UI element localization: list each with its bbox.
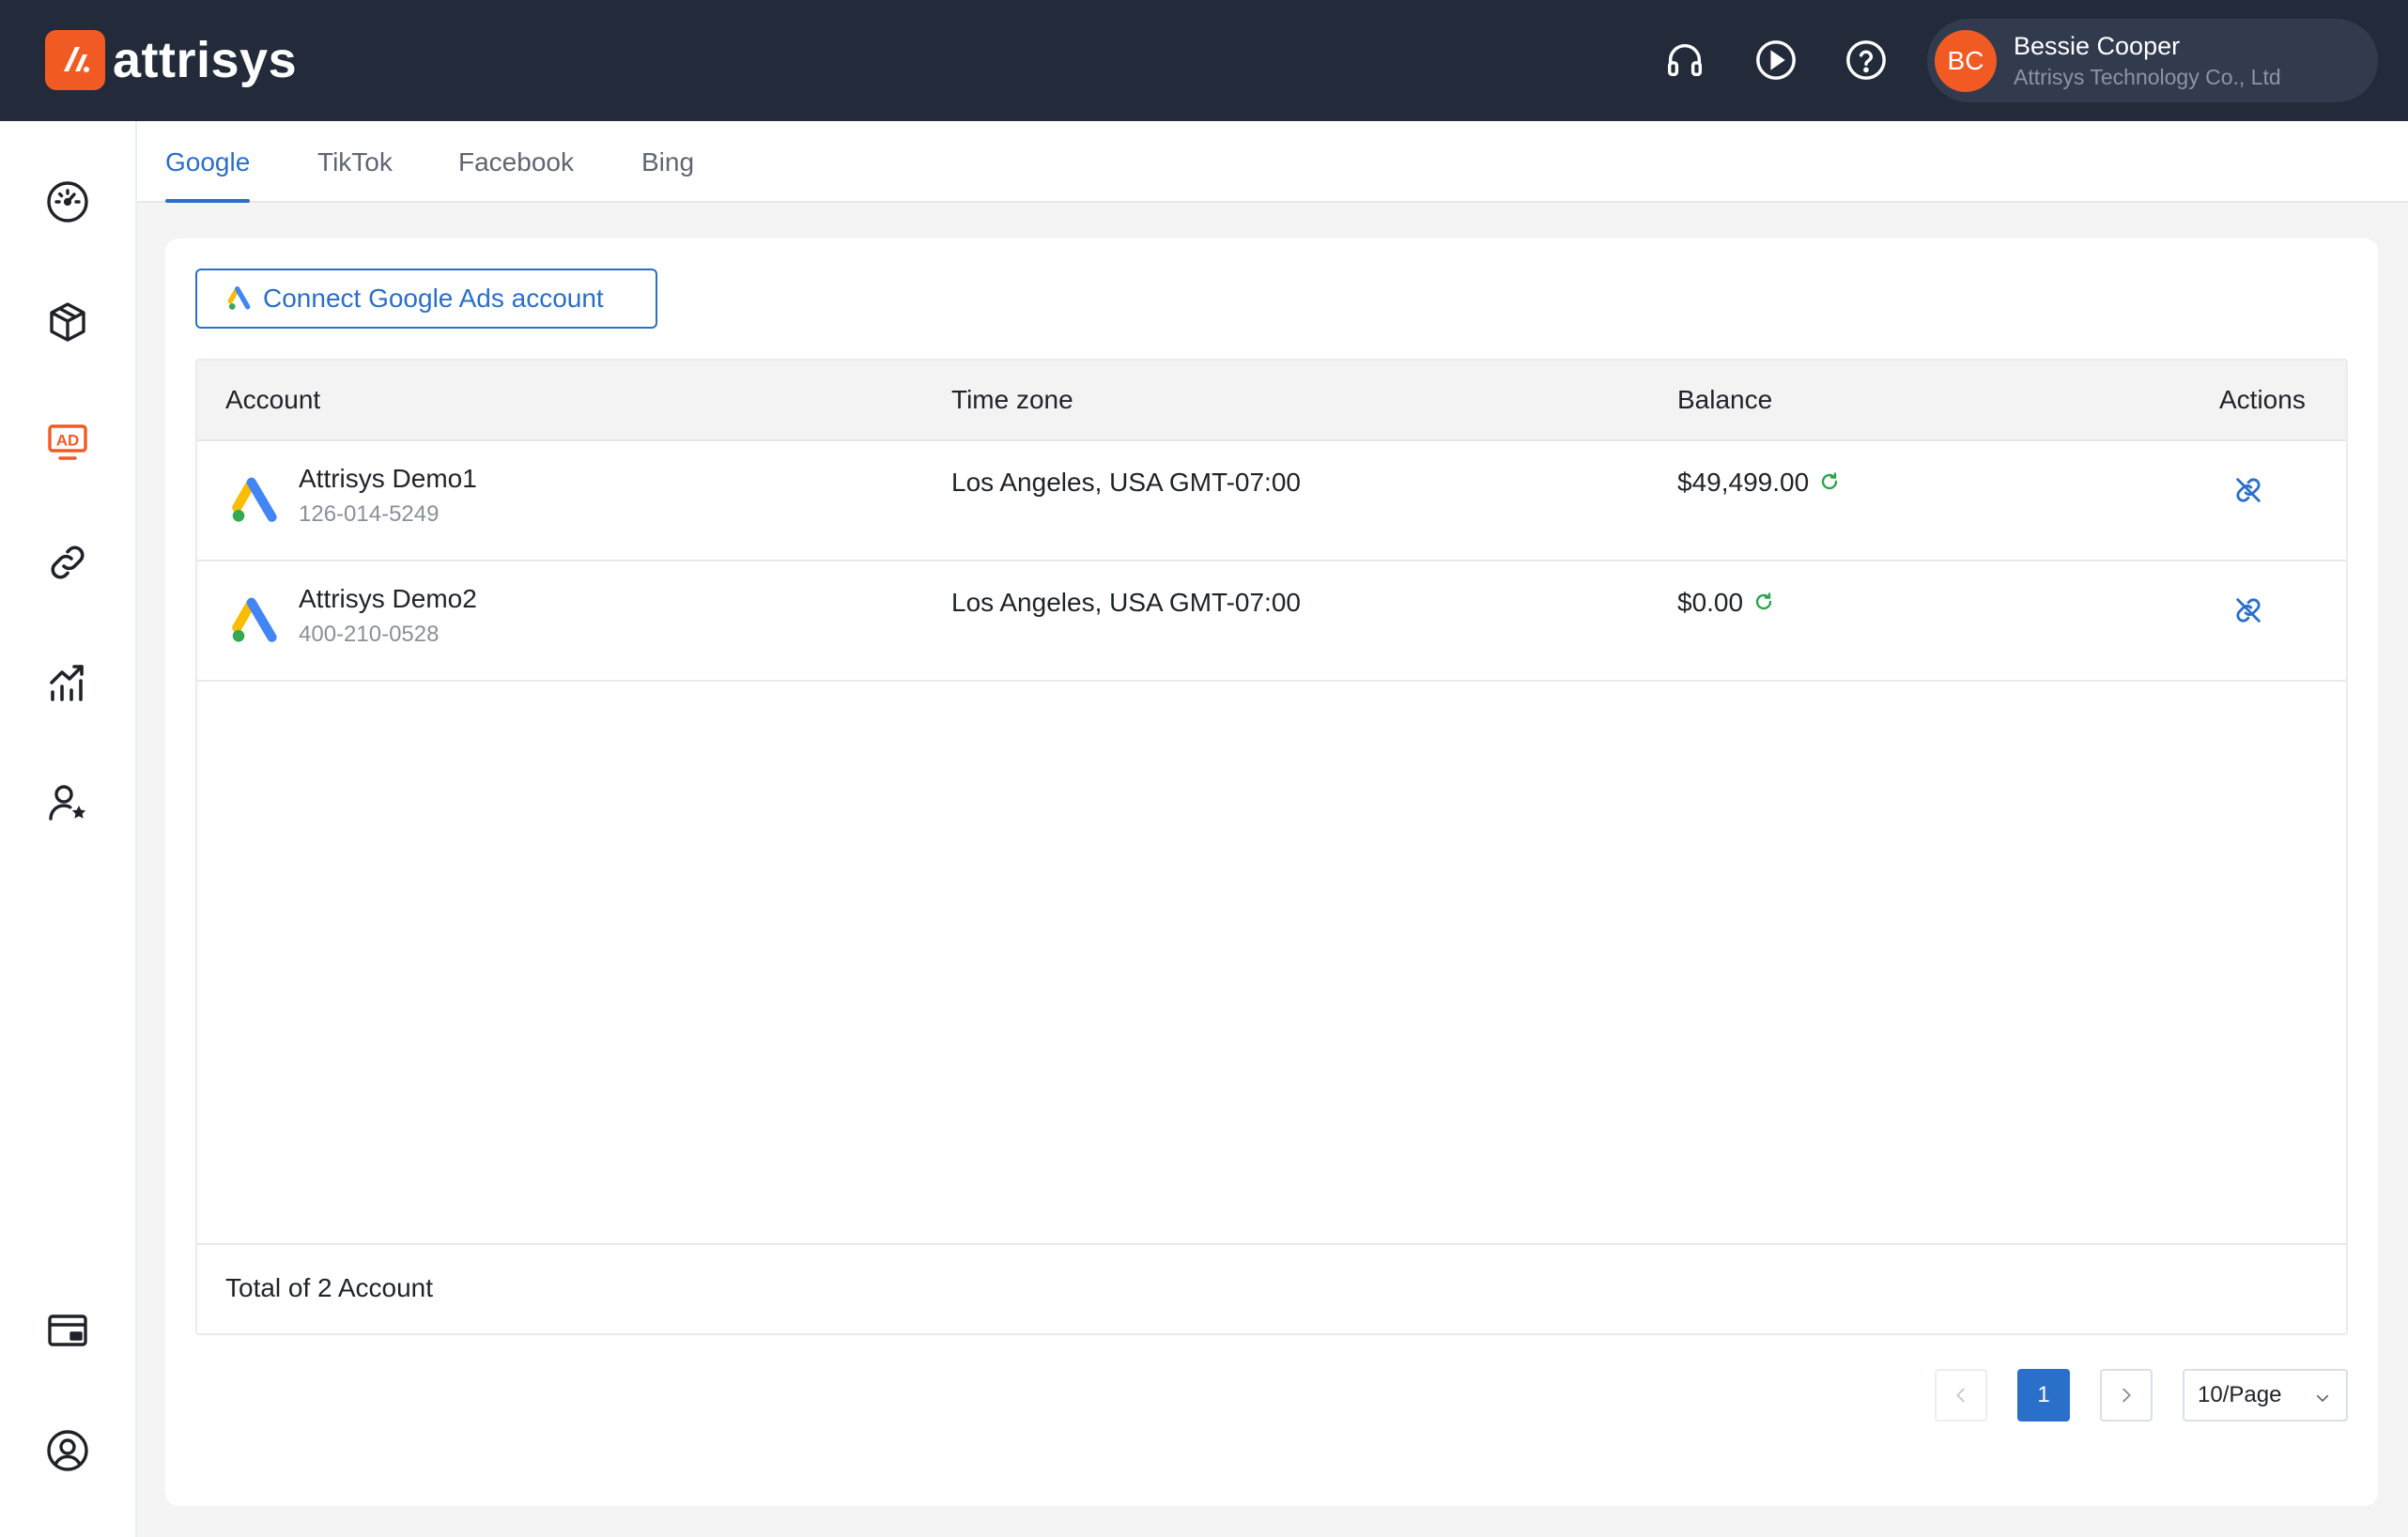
account-timezone: Los Angeles, USA GMT-07:00 (951, 468, 1301, 497)
sidebar-item-links[interactable] (41, 536, 94, 589)
column-account: Account (225, 385, 321, 414)
sidebar-item-analytics[interactable] (41, 656, 94, 709)
play-circle-icon[interactable] (1753, 38, 1798, 83)
account-name: Attrisys Demo1 (299, 464, 477, 493)
headset-icon[interactable] (1662, 38, 1707, 83)
balance-cell: $0.00 (1677, 588, 1775, 620)
wallet-icon (48, 1314, 87, 1346)
sidebar-item-dashboard[interactable] (41, 176, 94, 228)
column-balance: Balance (1677, 385, 1773, 414)
column-actions: Actions (2219, 385, 2306, 414)
sidebar: AD (0, 121, 137, 1537)
user-organization: Attrisys Technology Co., Ltd (2014, 64, 2281, 89)
table-row: Attrisys Demo2 400-210-0528 Los Angeles,… (197, 561, 2346, 682)
tab-facebook[interactable]: Facebook (458, 147, 574, 203)
tab-bing[interactable]: Bing (641, 147, 694, 203)
refresh-icon[interactable] (1818, 469, 1841, 500)
table-footer: Total of 2 Account (197, 1243, 2346, 1333)
brand-logo[interactable]: attrisys (45, 30, 297, 90)
page-size-select[interactable]: 10/Page (2183, 1369, 2348, 1422)
accounts-table: Account Time zone Balance Actions Attris… (195, 359, 2348, 1335)
account-circle-icon (47, 1430, 88, 1471)
unlink-icon[interactable] (2230, 471, 2267, 509)
brand-mark-icon (45, 30, 105, 90)
total-count: Total of 2 Account (225, 1273, 434, 1302)
table-header: Account Time zone Balance Actions (197, 361, 2346, 441)
account-name: Attrisys Demo2 (299, 584, 477, 613)
tab-tiktok[interactable]: TikTok (317, 147, 393, 203)
account-timezone: Los Angeles, USA GMT-07:00 (951, 588, 1301, 617)
sidebar-item-products[interactable] (41, 296, 94, 348)
pagination: 1 10/Page (1935, 1369, 2348, 1422)
svg-text:AD: AD (56, 432, 80, 450)
page-size-value: 10/Page (2198, 1382, 2282, 1407)
unlink-icon[interactable] (2230, 592, 2267, 629)
connect-button-label: Connect Google Ads account (263, 284, 604, 313)
sidebar-item-ads[interactable]: AD (41, 416, 94, 469)
balance-cell: $49,499.00 (1677, 468, 1841, 500)
refresh-icon[interactable] (1752, 590, 1775, 620)
top-bar: attrisys BC Bessie Cooper Attrisys Techn… (0, 0, 2408, 121)
sidebar-item-members[interactable] (41, 776, 94, 829)
account-id: 126-014-5249 (299, 501, 440, 527)
dashboard-icon (47, 181, 88, 223)
chevron-right-icon (2122, 1388, 2131, 1403)
box-icon (50, 302, 85, 342)
google-ads-icon (232, 477, 277, 522)
chevron-left-icon (1956, 1388, 1965, 1403)
account-balance: $0.00 (1677, 588, 1744, 617)
sidebar-item-billing[interactable] (41, 1304, 94, 1357)
user-menu[interactable]: BC Bessie Cooper Attrisys Technology Co.… (1927, 19, 2378, 102)
sidebar-item-account[interactable] (41, 1424, 94, 1477)
google-ads-icon (232, 597, 277, 642)
connect-google-ads-button[interactable]: Connect Google Ads account (195, 269, 657, 329)
column-timezone: Time zone (951, 385, 1073, 414)
user-name: Bessie Cooper (2014, 31, 2181, 60)
help-circle-icon[interactable] (1844, 38, 1889, 83)
next-page-button[interactable] (2100, 1369, 2153, 1422)
user-star-icon (49, 785, 86, 821)
chevron-down-icon (2316, 1394, 2329, 1403)
analytics-icon (50, 665, 84, 701)
tab-google[interactable]: Google (165, 147, 251, 203)
table-row: Attrisys Demo1 126-014-5249 Los Angeles,… (197, 441, 2346, 561)
account-id: 400-210-0528 (299, 622, 440, 647)
avatar: BC (1935, 29, 1997, 92)
page-number-button[interactable]: 1 (2017, 1369, 2070, 1422)
prev-page-button[interactable] (1935, 1369, 1987, 1422)
platform-tabs: Google TikTok Facebook Bing (137, 121, 2408, 203)
link-icon (51, 546, 85, 579)
brand-name: attrisys (113, 32, 298, 88)
account-balance: $49,499.00 (1677, 468, 1810, 497)
accounts-card: Connect Google Ads account Account Time … (165, 238, 2378, 1506)
google-ads-icon (227, 286, 251, 310)
ad-icon: AD (48, 424, 87, 460)
